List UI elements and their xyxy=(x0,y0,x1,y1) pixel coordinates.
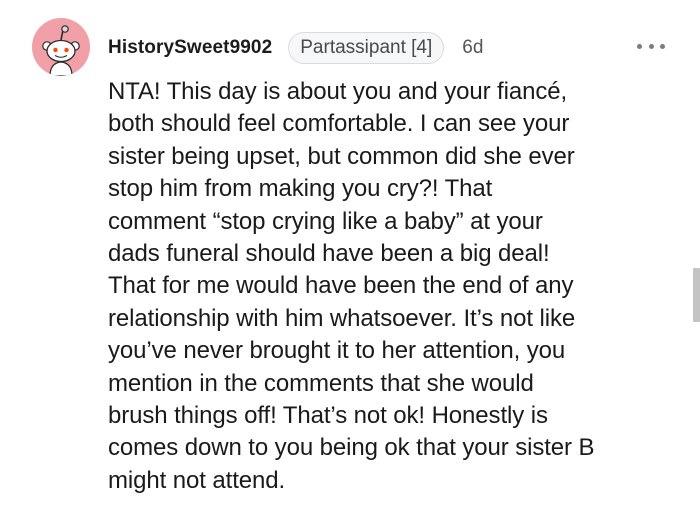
comment-body-line: relationship with him whatsoever. It’s n… xyxy=(108,304,576,332)
comment-body-line: might not attend. xyxy=(108,466,286,494)
reddit-snoo-avatar-icon xyxy=(42,25,80,76)
more-horizontal-icon-dot xyxy=(660,43,665,49)
user-flair-badge: Partassipant [4] xyxy=(288,32,445,64)
comment-timestamp[interactable]: 6d xyxy=(462,37,483,59)
scrollbar-thumb[interactable] xyxy=(693,268,700,322)
comment-body-line: dads funeral should have been a big deal… xyxy=(108,240,550,268)
comment-body-line: stop him from making you cry?! That xyxy=(108,175,493,203)
comment: HistorySweet9902 Partassipant [4] 6d NTA… xyxy=(0,0,700,520)
more-horizontal-icon-dot xyxy=(648,43,654,49)
comment-header: HistorySweet9902 Partassipant [4] 6d xyxy=(108,32,483,64)
comment-body-line: NTA! This day is about you and your fian… xyxy=(108,78,568,105)
comment-body-line: That for me would have been the end of a… xyxy=(108,272,574,300)
comment-body-line: comment “stop crying like a baby” at you… xyxy=(108,207,543,235)
more-horizontal-icon-dot xyxy=(637,43,642,49)
username-link[interactable]: HistorySweet9902 xyxy=(108,37,272,59)
comment-body-line: comes down to you being ok that your sis… xyxy=(108,434,595,462)
comment-body-line: both should feel comfortable. I can see … xyxy=(108,110,570,138)
comment-body-line: you’ve never brought it to her attention… xyxy=(108,337,566,365)
comment-body: NTA! This day is about you and your fian… xyxy=(108,76,678,497)
more-options-button[interactable] xyxy=(637,36,665,56)
comment-body-line: sister being upset, but common did she e… xyxy=(108,142,575,170)
avatar[interactable] xyxy=(32,18,90,76)
comment-body-line: brush things off! That’s not ok! Honestl… xyxy=(108,402,548,430)
comment-body-line: mention in the comments that she would xyxy=(108,369,534,397)
